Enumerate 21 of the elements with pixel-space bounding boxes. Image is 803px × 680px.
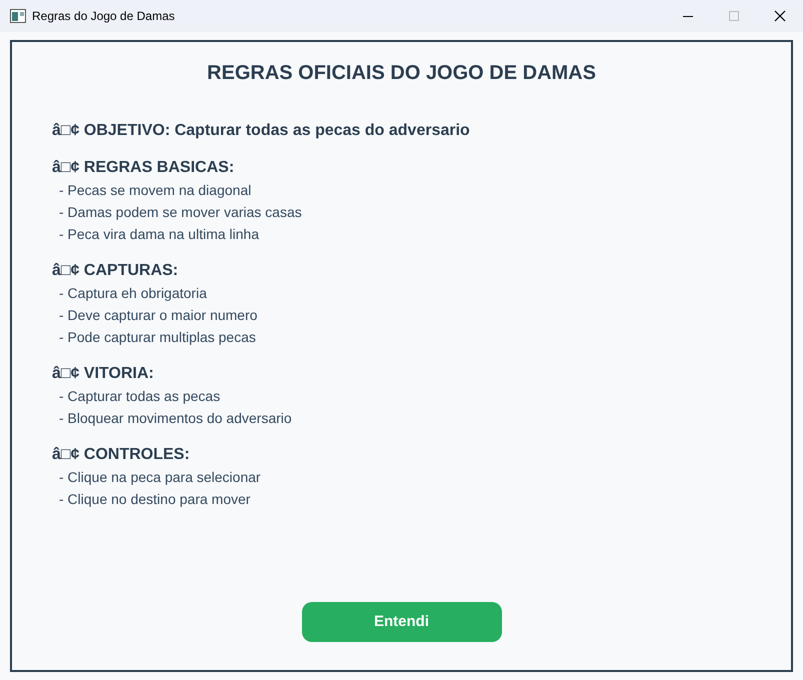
close-icon: [774, 10, 786, 22]
rule-item: - Clique no destino para mover: [58, 490, 252, 509]
section-heading: â□¢ CAPTURAS:: [52, 261, 180, 281]
rules-title: REGRAS OFICIAIS DO JOGO DE DAMAS: [206, 61, 597, 86]
rule-item: - Peca vira dama na ultima linha: [58, 225, 260, 244]
rule-item: - Pecas se movem na diagonal: [58, 181, 252, 200]
section-heading: â□¢ REGRAS BASICAS:: [52, 158, 236, 178]
rule-item: - Capturar todas as pecas: [58, 387, 222, 406]
rule-item: - Clique na peca para selecionar: [58, 468, 262, 487]
rule-item: - Deve capturar o maior numero: [58, 306, 258, 325]
rule-item: - Pode capturar multiplas pecas: [58, 328, 257, 347]
section-heading: â□¢ OBJETIVO: Capturar todas as pecas do adversario: [52, 121, 471, 141]
section-heading: â□¢ CONTROLES:: [52, 445, 191, 465]
app-icon: [10, 9, 26, 23]
rule-item: - Captura eh obrigatoria: [58, 284, 208, 303]
section-heading: â□¢ VITORIA:: [52, 364, 155, 384]
rule-item: - Bloquear movimentos do adversario: [58, 409, 293, 428]
maximize-icon: [729, 11, 739, 21]
confirm-button[interactable]: Entendi: [302, 602, 502, 642]
window-title: Regras do Jogo de Damas: [32, 8, 175, 25]
rule-item: - Damas podem se mover varias casas: [58, 203, 303, 222]
